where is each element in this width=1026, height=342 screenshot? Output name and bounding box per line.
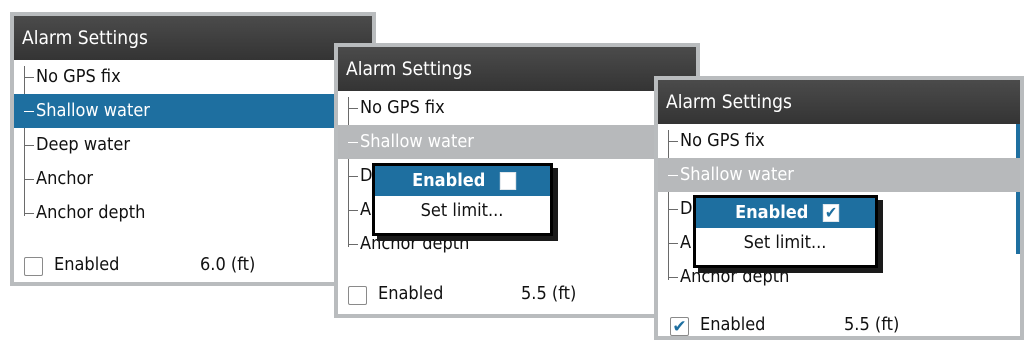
panel-title: Alarm Settings (338, 47, 696, 91)
alarm-list: No GPS fix Shallow water Deep water Anch… (14, 60, 372, 230)
list-item-shallow-water[interactable]: Shallow water (338, 125, 696, 159)
enabled-label: Enabled (378, 283, 444, 304)
alarm-settings-panel-1: Alarm Settings No GPS fix Shallow water … (10, 12, 376, 286)
list-item-shallow-water[interactable]: Shallow water (14, 94, 372, 128)
enabled-checkbox[interactable] (348, 286, 367, 305)
enabled-checkbox[interactable]: ✔ (670, 317, 689, 336)
list-item-deep-water[interactable]: Deep water (14, 128, 372, 162)
enabled-label: Enabled (700, 314, 766, 335)
popup-enabled-checkbox[interactable] (500, 172, 517, 190)
popup-enabled-option[interactable]: Enabled (375, 166, 550, 196)
panel-title: Alarm Settings (14, 16, 372, 60)
panel-title: Alarm Settings (658, 80, 1020, 124)
popup-set-limit-option[interactable]: Set limit... (696, 228, 875, 258)
list-item-no-gps-fix[interactable]: No GPS fix (338, 91, 696, 125)
context-popup-1: Enabled Set limit... (372, 163, 553, 236)
list-item-no-gps-fix[interactable]: No GPS fix (14, 60, 372, 94)
list-item-anchor[interactable]: Anchor (14, 162, 372, 196)
limit-value: 5.5 (ft) (521, 283, 577, 304)
popup-set-limit-option[interactable]: Set limit... (375, 196, 550, 226)
list-item-anchor-depth[interactable]: Anchor depth (14, 196, 372, 230)
popup-enabled-option[interactable]: Enabled ✔ (696, 198, 875, 228)
enabled-checkbox[interactable] (24, 257, 43, 276)
list-item-shallow-water[interactable]: Shallow water (658, 158, 1020, 192)
popup-enabled-checkbox[interactable]: ✔ (823, 204, 840, 222)
limit-value: 5.5 (ft) (844, 314, 900, 335)
enabled-label: Enabled (54, 254, 120, 275)
list-item-no-gps-fix[interactable]: No GPS fix (658, 124, 1020, 158)
context-popup-2: Enabled ✔ Set limit... (693, 195, 878, 268)
limit-value: 6.0 (ft) (200, 254, 256, 275)
